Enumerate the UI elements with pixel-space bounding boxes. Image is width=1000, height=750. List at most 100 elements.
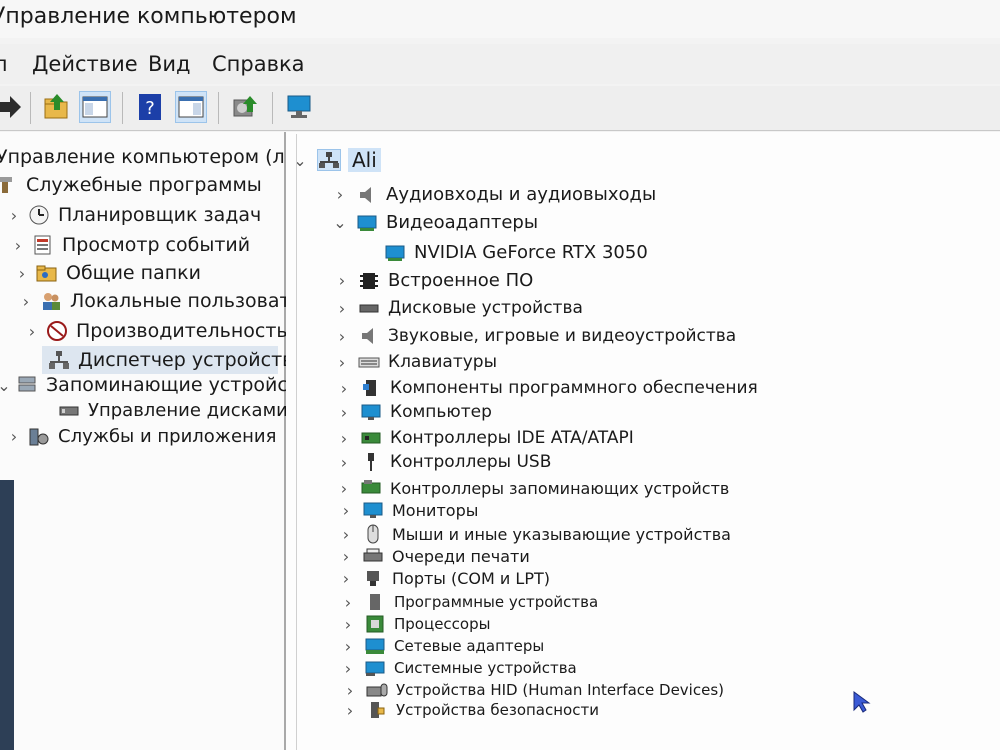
device-category[interactable]: › Компьютер xyxy=(336,402,492,422)
mouse-icon xyxy=(362,524,384,544)
svg-text:?: ? xyxy=(145,98,155,119)
chevron-right-icon[interactable]: › xyxy=(340,615,356,634)
tree-item-event-viewer[interactable]: › Просмотр событий xyxy=(10,234,250,256)
device-category[interactable]: › Мыши и иные указывающие устройства xyxy=(338,524,731,544)
device-category[interactable]: › Контроллеры запоминающих устройств xyxy=(336,478,730,498)
menu-action[interactable]: Действие xyxy=(32,44,138,84)
chevron-right-icon[interactable]: › xyxy=(6,206,22,225)
device-category-label: Устройства безопасности xyxy=(396,701,599,719)
chevron-right-icon[interactable]: › xyxy=(6,427,22,446)
monitor-icon xyxy=(362,500,384,520)
action-pane-icon[interactable] xyxy=(175,91,207,123)
storage-controller-icon xyxy=(360,478,382,498)
menu-bar: л Действие Вид Справка xyxy=(0,44,1000,84)
chevron-right-icon[interactable]: › xyxy=(336,479,352,498)
device-category-label: Компьютер xyxy=(390,402,492,422)
chevron-right-icon[interactable]: › xyxy=(336,429,352,448)
menu-help[interactable]: Справка xyxy=(212,44,305,84)
device-category[interactable]: › Клавиатуры xyxy=(334,352,497,372)
up-folder-icon[interactable] xyxy=(42,92,72,122)
chevron-right-icon[interactable]: › xyxy=(334,327,350,346)
device-category[interactable]: › Компоненты программного обеспечения xyxy=(336,378,758,398)
device-category[interactable]: › Устройства HID (Human Interface Device… xyxy=(342,680,724,700)
device-category[interactable]: › Системные устройства xyxy=(340,658,577,678)
performance-icon xyxy=(46,321,68,341)
tree-item-shared-folders[interactable]: › Общие папки xyxy=(14,262,201,284)
chevron-right-icon[interactable]: › xyxy=(336,403,352,422)
device-category[interactable]: › Процессоры xyxy=(340,614,491,634)
chevron-right-icon[interactable]: › xyxy=(24,322,40,341)
chevron-right-icon[interactable]: › xyxy=(340,593,356,612)
toolbar: ? xyxy=(0,86,1000,131)
device-category[interactable]: › Мониторы xyxy=(338,500,479,520)
chevron-right-icon[interactable]: › xyxy=(336,379,352,398)
tree-services[interactable]: › Службы и приложения xyxy=(6,426,277,447)
device-category[interactable]: › Звуковые, игровые и видеоустройства xyxy=(334,326,736,346)
device-item-gpu[interactable]: NVIDIA GeForce RTX 3050 xyxy=(384,242,648,263)
chevron-right-icon[interactable]: › xyxy=(334,271,350,290)
show-hide-tree-icon[interactable] xyxy=(79,91,111,123)
scan-hardware-icon[interactable] xyxy=(284,92,314,122)
chevron-down-icon[interactable]: ⌄ xyxy=(292,151,308,170)
tree-item-task-scheduler[interactable]: › Планировщик задач xyxy=(6,204,261,226)
clock-icon xyxy=(28,205,50,225)
chevron-right-icon[interactable]: › xyxy=(14,264,30,283)
menu-file-partial[interactable]: л xyxy=(0,44,7,84)
forward-arrow-icon[interactable] xyxy=(0,92,24,122)
device-category[interactable]: › Дисковые устройства xyxy=(334,298,583,318)
usb-icon xyxy=(360,452,382,472)
chevron-down-icon[interactable]: ⌄ xyxy=(332,213,348,232)
chevron-right-icon[interactable]: › xyxy=(332,185,348,204)
device-category-label: Клавиатуры xyxy=(388,352,498,372)
chevron-down-icon[interactable]: ⌄ xyxy=(0,376,12,395)
tree-item-label: Общие папки xyxy=(66,262,201,284)
device-category-label: Видеоадаптеры xyxy=(386,212,539,233)
tree-root[interactable]: Управление компьютером (л xyxy=(0,146,285,168)
chevron-right-icon[interactable]: › xyxy=(338,501,354,520)
computer-name: Ali xyxy=(348,148,381,172)
chevron-right-icon[interactable]: › xyxy=(340,637,356,656)
device-category[interactable]: › Аудиовходы и аудиовыходы xyxy=(332,184,656,205)
device-category[interactable]: › Контроллеры USB xyxy=(336,452,552,472)
help-icon[interactable]: ? xyxy=(135,92,165,122)
tree-item-device-manager[interactable]: Диспетчер устройств xyxy=(42,346,293,374)
chevron-right-icon[interactable]: › xyxy=(338,525,354,544)
tree-item-label: Планировщик задач xyxy=(58,204,262,226)
tree-storage[interactable]: ⌄ Запоминающие устройст xyxy=(0,374,299,396)
tree-item-performance[interactable]: › Производительность xyxy=(24,320,288,342)
device-category[interactable]: › Очереди печати xyxy=(338,546,530,566)
device-category[interactable]: › Программные устройства xyxy=(340,592,598,612)
device-category-label: Контроллеры IDE ATA/ATAPI xyxy=(390,428,634,448)
chevron-right-icon[interactable]: › xyxy=(338,569,354,588)
chevron-right-icon[interactable]: › xyxy=(10,236,26,255)
port-icon xyxy=(362,568,384,588)
tree-item-local-users[interactable]: › Локальные пользовате xyxy=(18,290,302,312)
chevron-right-icon[interactable]: › xyxy=(334,353,350,372)
chevron-right-icon[interactable]: › xyxy=(338,547,354,566)
chevron-right-icon[interactable]: › xyxy=(342,701,358,720)
tree-item-disk-management[interactable]: Управление дисками xyxy=(58,400,288,421)
update-driver-icon[interactable] xyxy=(230,92,260,122)
device-category[interactable]: ⌄ Видеоадаптеры xyxy=(332,212,538,233)
display-adapter-icon xyxy=(356,213,378,233)
tree-system-tools[interactable]: Служебные программы xyxy=(0,174,262,196)
navigation-tree-pane: Управление компьютером (л Служебные прог… xyxy=(0,132,302,750)
chevron-right-icon[interactable]: › xyxy=(18,292,34,311)
device-category[interactable]: › Встроенное ПО xyxy=(334,270,534,291)
device-category[interactable]: › Сетевые адаптеры xyxy=(340,636,544,656)
device-category[interactable]: › Порты (COM и LPT) xyxy=(338,568,550,588)
chevron-right-icon[interactable]: › xyxy=(342,681,358,700)
ide-controller-icon xyxy=(360,428,382,448)
device-category[interactable]: › Контроллеры IDE ATA/ATAPI xyxy=(336,428,634,448)
device-tree-root[interactable]: ⌄ Ali xyxy=(292,148,381,172)
device-manager-icon xyxy=(48,350,70,370)
chevron-right-icon[interactable]: › xyxy=(340,659,356,678)
chevron-right-icon[interactable]: › xyxy=(336,453,352,472)
device-category-label: Системные устройства xyxy=(394,659,577,677)
menu-view[interactable]: Вид xyxy=(148,44,191,84)
device-category-label: Контроллеры USB xyxy=(390,452,552,472)
chevron-right-icon[interactable]: › xyxy=(334,299,350,318)
printer-icon xyxy=(362,546,384,566)
device-category-label: Звуковые, игровые и видеоустройства xyxy=(388,326,737,346)
device-category[interactable]: › Устройства безопасности xyxy=(342,700,599,720)
